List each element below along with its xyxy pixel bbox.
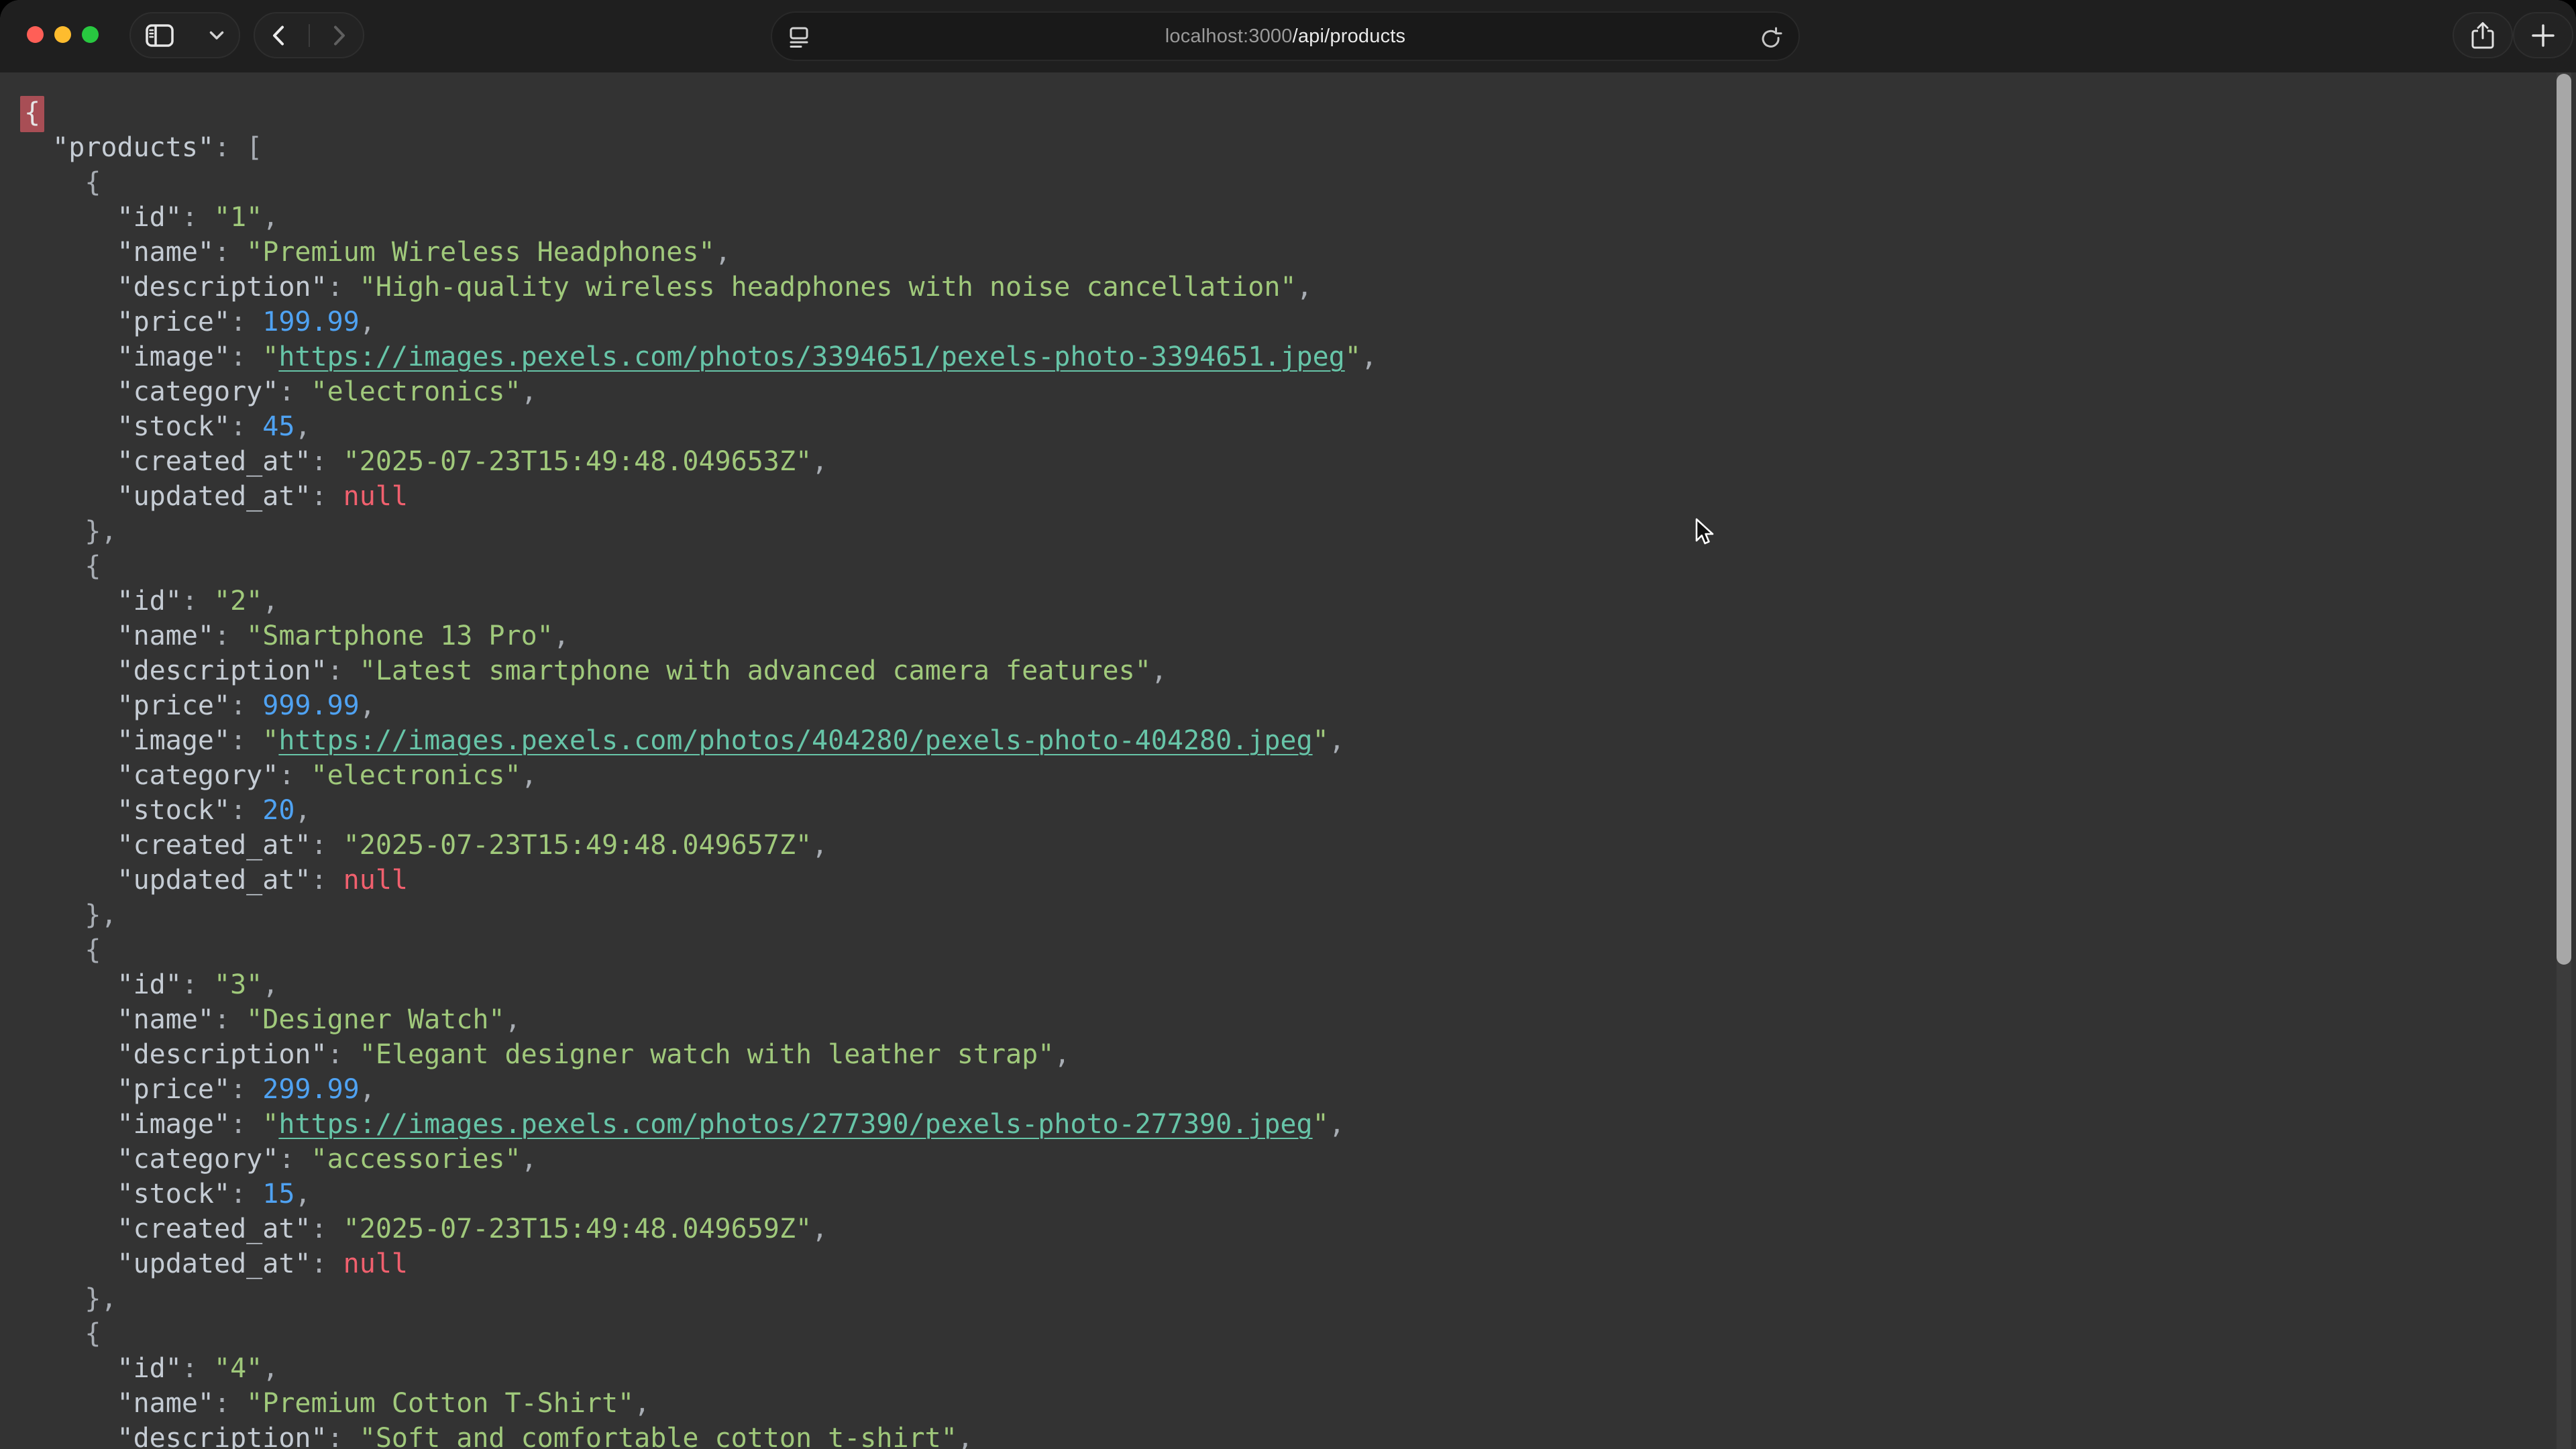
share-button[interactable] — [2453, 12, 2513, 58]
json-link[interactable]: https://images.pexels.com/photos/277390/… — [278, 1109, 1312, 1140]
navigation-buttons — [254, 12, 364, 58]
chevron-down-icon — [209, 31, 224, 40]
mouse-cursor — [1695, 518, 1715, 552]
new-tab-button[interactable] — [2513, 12, 2573, 58]
address-bar[interactable]: localhost:3000/api/products — [771, 11, 1800, 61]
page-format-icon[interactable] — [790, 27, 810, 52]
json-link[interactable]: https://images.pexels.com/photos/3394651… — [278, 341, 1344, 372]
share-icon — [2471, 21, 2494, 50]
new-tab-icon — [2531, 23, 2555, 48]
json-link[interactable]: https://images.pexels.com/photos/404280/… — [278, 725, 1312, 756]
url-text: localhost:3000/api/products — [772, 25, 1799, 48]
back-button[interactable] — [272, 25, 284, 46]
scrollbar-track[interactable] — [2557, 72, 2571, 1449]
zoom-window-button[interactable] — [82, 26, 99, 43]
close-window-button[interactable] — [27, 26, 44, 43]
sidebar-icon — [146, 24, 174, 47]
page-content: { "products": [ { "id": "1", "name": "Pr… — [0, 72, 2576, 1449]
scrollbar-thumb[interactable] — [2557, 74, 2571, 965]
json-viewer: { "products": [ { "id": "1", "name": "Pr… — [0, 72, 2576, 1449]
forward-button[interactable] — [333, 25, 345, 46]
reload-button[interactable] — [1760, 26, 1782, 52]
sidebar-toggle-button[interactable] — [129, 12, 240, 58]
minimize-window-button[interactable] — [54, 26, 71, 43]
highlighted-brace: { — [20, 96, 44, 132]
nav-divider — [309, 24, 310, 47]
toolbar: localhost:3000/api/products — [0, 0, 2576, 72]
browser-window: localhost:3000/api/products — [0, 0, 2576, 1449]
url-host: localhost:3000 — [1165, 25, 1293, 47]
url-path: /api/products — [1293, 25, 1406, 47]
